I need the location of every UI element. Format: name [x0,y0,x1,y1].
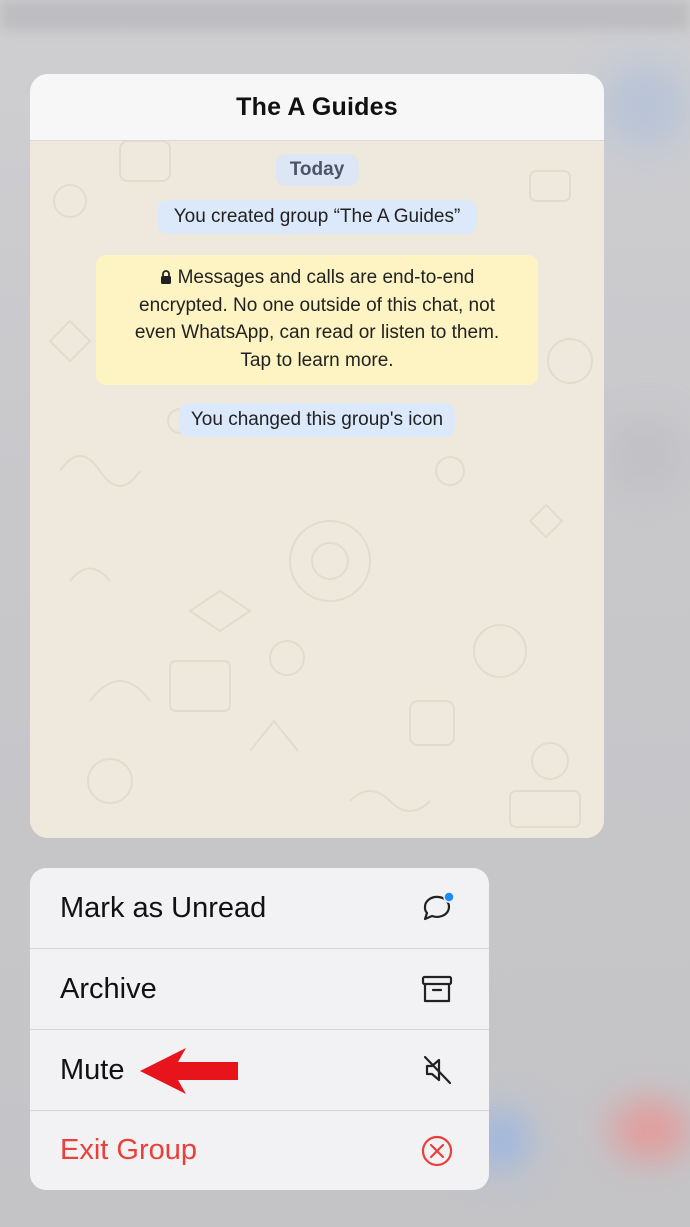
speaker-muted-icon [419,1052,455,1088]
menu-item-archive[interactable]: Archive [30,948,489,1029]
chat-wallpaper [30,141,604,838]
lock-icon [160,270,171,284]
menu-item-label: Exit Group [60,1134,197,1166]
encryption-line-2: encrypted. No one outside of this chat, … [139,294,495,316]
chat-preview-header: The A Guides [30,74,604,141]
encryption-notice[interactable]: Messages and calls are end-to-end encryp… [96,255,538,385]
wallpaper-doodles-icon [48,141,593,828]
encryption-line-4: Tap to learn more. [240,349,394,371]
red-arrow-annotation [140,1048,238,1094]
blurred-shape [610,420,680,490]
menu-item-label: Archive [60,972,157,1005]
menu-item-mark-as-unread[interactable]: Mark as Unread [30,868,489,948]
chat-bubble-unread-icon [419,890,455,926]
blurred-shape [600,60,690,150]
context-menu: Mark as Unread Archive Mute Exit Group [30,868,489,1190]
encryption-line-3: even WhatsApp, can read or listen to the… [134,322,500,343]
blurred-shape [610,1100,690,1160]
blurred-status-bar [0,0,690,30]
menu-item-exit-group[interactable]: Exit Group [30,1110,489,1190]
menu-item-label: Mute [60,1053,125,1086]
menu-item-label: Mark as Unread [60,891,267,924]
system-message-icon-changed: You changed this group's icon [178,403,456,437]
chat-title: The A Guides [236,92,398,121]
menu-item-mute[interactable]: Mute [30,1029,489,1110]
chat-preview-card[interactable]: The A Guides Today You created group “Th… [30,74,604,838]
archive-box-icon [419,971,455,1007]
circle-x-icon [419,1133,455,1169]
system-message-created: You created group “The A Guides” [157,200,477,234]
date-chip: Today [275,154,359,186]
encryption-line-1: Messages and calls are end-to-end [96,264,538,292]
